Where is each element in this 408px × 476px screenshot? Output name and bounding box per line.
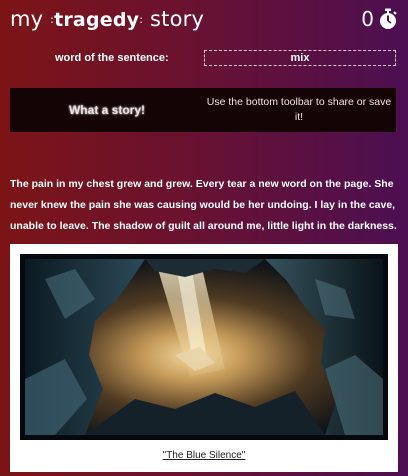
cave-image[interactable] [25,259,383,435]
app-header: my :tragedy: story 0 [0,0,408,40]
app-title-prefix: my [10,7,51,31]
story-text: The pain in my chest grew and grew. Ever… [10,178,397,232]
story-image-card: "The Blue Silence" [10,244,398,472]
app-title: my :tragedy: story [10,7,204,31]
banner-title: What a story! [68,103,145,117]
stopwatch-icon [380,8,397,29]
image-frame [20,254,388,440]
word-of-sentence-field[interactable]: mix [204,50,396,66]
app-title-suffix: story [143,7,205,31]
timer-counter: 0 [361,7,398,31]
image-caption-link[interactable]: "The Blue Silence" [10,450,398,461]
word-of-sentence-row: word of the sentence: mix [0,48,408,70]
banner-message: Use the bottom toolbar to share or save … [206,96,392,123]
title-dot-right: : [139,13,144,26]
completion-banner: What a story! Use the bottom toolbar to … [10,88,396,132]
app-title-genre: tragedy [54,9,140,31]
word-of-sentence-label: word of the sentence: [55,52,169,64]
title-dot-left: : [50,13,55,26]
counter-value: 0 [361,7,374,31]
